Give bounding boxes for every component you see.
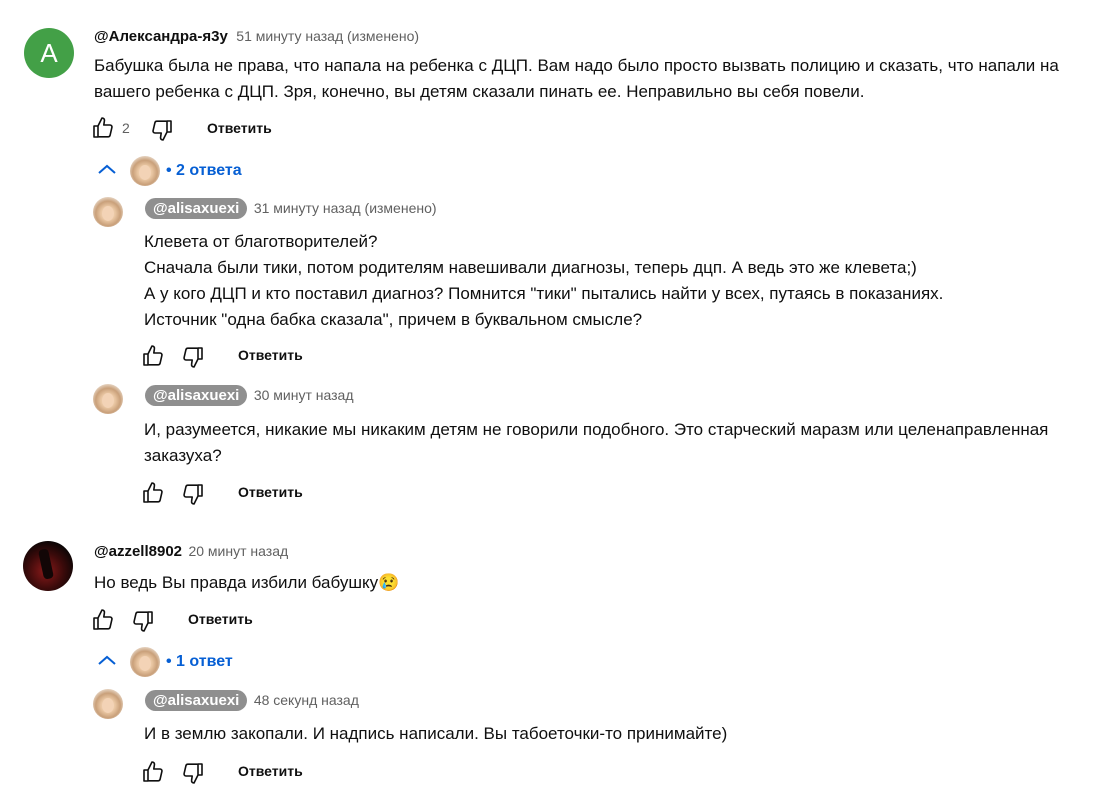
author-name[interactable]: @alisaxuexi — [145, 198, 248, 219]
comment-header: @azzell8902 20 минут назад — [94, 543, 288, 561]
thumbs-down-icon — [181, 761, 205, 785]
like-button[interactable] — [141, 481, 165, 505]
like-button[interactable] — [141, 344, 165, 368]
replies-count: 1 ответ — [176, 653, 233, 670]
reply-button[interactable]: Ответить — [238, 763, 303, 779]
avatar[interactable] — [93, 197, 123, 227]
thumbs-up-icon — [91, 116, 115, 140]
author-name[interactable]: @azzell8902 — [94, 543, 182, 560]
reply-button[interactable]: Ответить — [188, 611, 253, 627]
comment-header: @alisaxuexi 31 минуту назад (изменено) — [145, 198, 437, 219]
dislike-button[interactable] — [181, 761, 205, 785]
comment-text: Бабушка была не права, что напала на реб… — [94, 56, 1059, 101]
comment-text: И, разумеется, никакие мы никаким детям … — [144, 420, 1049, 465]
chevron-up-icon — [96, 162, 118, 181]
thumbs-down-icon — [150, 118, 174, 142]
replies-toggle-label: • 1 ответ — [166, 653, 233, 670]
comment-text: Клевета от благотворителей? Сначала были… — [144, 232, 944, 329]
avatar[interactable] — [93, 384, 123, 414]
dislike-button[interactable] — [181, 345, 205, 369]
thumbs-up-icon — [141, 481, 165, 505]
timestamp[interactable]: 30 минут назад — [254, 387, 354, 403]
thumbs-down-icon — [181, 345, 205, 369]
avatar[interactable]: A — [24, 28, 74, 78]
avatar[interactable] — [23, 541, 73, 591]
comment-text: Но ведь Вы правда избили бабушку😢 — [94, 573, 400, 592]
like-button[interactable] — [91, 116, 115, 140]
dislike-button[interactable] — [150, 118, 174, 142]
like-button[interactable] — [91, 608, 115, 632]
comment-header: @Александра-я3у 51 минуту назад (изменен… — [94, 28, 419, 46]
thumbs-up-icon — [91, 608, 115, 632]
thumbs-down-icon — [181, 482, 205, 506]
timestamp[interactable]: 31 минуту назад (изменено) — [254, 200, 437, 216]
thumbs-up-icon — [141, 344, 165, 368]
replies-toggle[interactable]: • 1 ответ — [96, 647, 233, 677]
thumbs-up-icon — [141, 760, 165, 784]
reply-button[interactable]: Ответить — [207, 120, 272, 136]
author-name[interactable]: @Александра-я3у — [94, 28, 228, 45]
reply-button[interactable]: Ответить — [238, 484, 303, 500]
avatar — [130, 156, 160, 186]
like-button[interactable] — [141, 760, 165, 784]
thumbs-down-icon — [131, 609, 155, 633]
timestamp[interactable]: 48 секунд назад — [254, 692, 359, 708]
dislike-button[interactable] — [131, 609, 155, 633]
avatar-letter: A — [40, 37, 58, 68]
avatar[interactable] — [93, 689, 123, 719]
comment-text: И в землю закопали. И надпись написали. … — [144, 724, 728, 743]
chevron-up-icon — [96, 653, 118, 672]
replies-count: 2 ответа — [176, 162, 242, 179]
author-name[interactable]: @alisaxuexi — [145, 690, 248, 711]
dislike-button[interactable] — [181, 482, 205, 506]
comment-header: @alisaxuexi 30 минут назад — [145, 385, 354, 406]
author-name[interactable]: @alisaxuexi — [145, 385, 248, 406]
comment-header: @alisaxuexi 48 секунд назад — [145, 690, 359, 711]
timestamp[interactable]: 20 минут назад — [188, 543, 288, 559]
replies-toggle[interactable]: • 2 ответа — [96, 156, 242, 186]
like-count: 2 — [122, 120, 130, 136]
timestamp[interactable]: 51 минуту назад (изменено) — [236, 28, 419, 44]
replies-toggle-label: • 2 ответа — [166, 162, 242, 179]
avatar — [130, 647, 160, 677]
reply-button[interactable]: Ответить — [238, 347, 303, 363]
